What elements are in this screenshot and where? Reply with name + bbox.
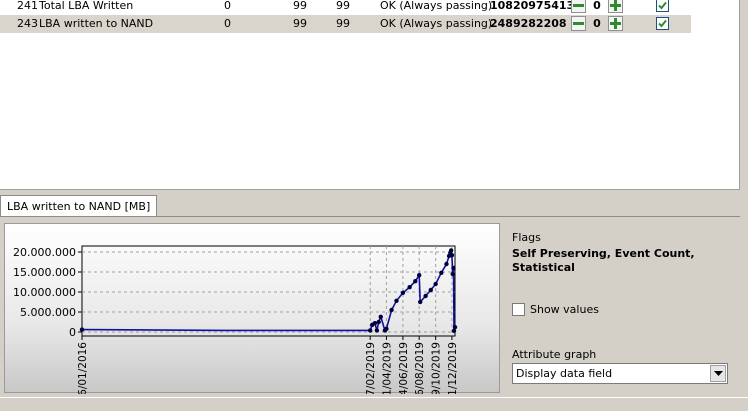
attribute-id: 243 xyxy=(17,17,38,30)
plus-icon xyxy=(610,18,621,29)
graph-panel: 20.000.000 15.000.000 10.000.000 5.000.000 0… xyxy=(0,216,740,396)
step-value: 0 xyxy=(593,17,601,30)
data-point xyxy=(444,261,449,267)
data-point xyxy=(407,285,412,290)
plus-icon xyxy=(610,0,621,11)
step-value: 0 xyxy=(593,0,601,12)
data-point xyxy=(416,273,422,278)
attribute-id: 241 xyxy=(17,0,38,12)
data-point xyxy=(433,281,438,287)
x-tick-label: 07/02/2019 xyxy=(365,342,377,394)
graph-tab-bar: LBA written to NAND [MB] xyxy=(0,193,748,217)
data-point xyxy=(418,299,423,305)
show-values-checkbox[interactable] xyxy=(512,303,525,316)
attribute-graph-select[interactable]: Display data field xyxy=(512,363,728,384)
check-icon xyxy=(658,1,667,10)
y-tick-label: 5.000.000 xyxy=(20,306,76,319)
x-tick-label: 14/06/2019 xyxy=(398,342,410,394)
minus-icon xyxy=(573,22,584,25)
status-bar xyxy=(0,397,748,411)
x-tick-label: 16/01/2016 xyxy=(77,342,89,394)
dropdown-button[interactable] xyxy=(710,365,726,382)
y-tick-label: 10.000.000 xyxy=(13,286,76,299)
check-icon xyxy=(658,19,667,28)
attribute-status: OK (Always passing) xyxy=(380,0,493,12)
attribute-name: LBA written to NAND xyxy=(39,17,154,30)
attribute-value: 99 xyxy=(293,17,307,30)
data-point xyxy=(394,298,399,303)
x-tick-label: 21/12/2019 xyxy=(447,342,459,394)
attribute-enabled-checkbox[interactable] xyxy=(656,17,669,30)
flags-value: Self Preserving, Event Count, Statistica… xyxy=(512,247,695,274)
attribute-enabled-checkbox[interactable] xyxy=(656,0,669,12)
increment-button[interactable] xyxy=(608,16,623,31)
attribute-worst: 99 xyxy=(336,0,350,12)
data-point xyxy=(389,307,394,313)
attribute-details: Flags Self Preserving, Event Count, Stat… xyxy=(506,223,740,393)
increment-button[interactable] xyxy=(608,0,623,13)
data-point xyxy=(372,321,378,326)
data-point xyxy=(378,314,383,319)
data-point xyxy=(452,325,458,330)
decrement-button[interactable] xyxy=(571,16,586,31)
show-values-label: Show values xyxy=(530,303,599,316)
data-point xyxy=(413,279,418,284)
decrement-button[interactable] xyxy=(571,0,586,13)
y-tick-label: 20.000.000 xyxy=(13,246,76,259)
x-tick-label: 16/08/2019 xyxy=(414,342,426,394)
data-point xyxy=(450,271,455,277)
attribute-threshold: 0 xyxy=(224,17,231,30)
data-point xyxy=(79,327,85,332)
data-point xyxy=(423,293,428,299)
data-point xyxy=(376,319,381,325)
data-point xyxy=(374,328,380,333)
data-point xyxy=(439,270,444,275)
tab-lba-written-to-nand[interactable]: LBA written to NAND [MB] xyxy=(0,195,158,217)
y-tick-label: 15.000.000 xyxy=(13,266,76,279)
x-tick-label: 11/04/2019 xyxy=(381,342,393,394)
attribute-graph-selected: Display data field xyxy=(516,367,613,380)
data-point xyxy=(451,265,456,271)
attribute-worst: 99 xyxy=(336,17,350,30)
data-point xyxy=(448,248,454,253)
flags-label: Flags xyxy=(512,231,541,244)
data-point xyxy=(367,328,373,333)
attribute-raw-value: 108209754138 xyxy=(490,0,582,12)
series-line xyxy=(81,250,456,332)
show-values-option[interactable]: Show values xyxy=(512,303,599,316)
y-tick-label: 0 xyxy=(69,326,76,339)
data-point xyxy=(449,253,455,258)
chevron-down-icon xyxy=(713,370,723,376)
line-chart: 20.000.000 15.000.000 10.000.000 5.000.000 0… xyxy=(13,245,459,394)
attribute-graph: 20.000.000 15.000.000 10.000.000 5.000.000 0… xyxy=(4,223,500,394)
attribute-graph-label: Attribute graph xyxy=(512,348,597,361)
attribute-name: Total LBA Written xyxy=(39,0,134,12)
data-point xyxy=(428,287,433,293)
table-row[interactable]: 241 Total LBA Written 0 99 99 OK (Always… xyxy=(0,0,691,15)
minus-icon xyxy=(573,4,584,7)
attribute-raw-value: 2489282208 xyxy=(490,17,567,30)
attribute-threshold: 0 xyxy=(224,0,231,12)
attribute-status: OK (Always passing) xyxy=(380,17,493,30)
attributes-table: 241 Total LBA Written 0 99 99 OK (Always… xyxy=(0,0,740,190)
data-point xyxy=(400,290,406,295)
data-point xyxy=(384,326,389,331)
plot-area xyxy=(81,245,456,337)
table-row[interactable]: 243 LBA written to NAND 0 99 99 OK (Alwa… xyxy=(0,15,691,33)
attribute-value: 99 xyxy=(293,0,307,12)
x-tick-label: 19/10/2019 xyxy=(431,342,443,394)
